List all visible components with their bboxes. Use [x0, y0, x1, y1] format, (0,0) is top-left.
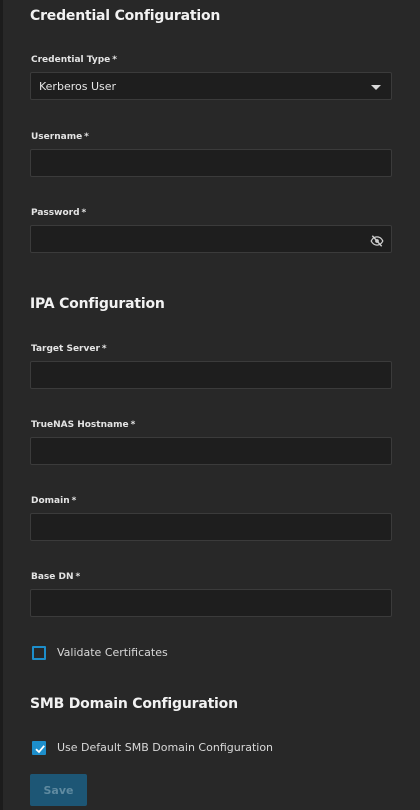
check-icon: [35, 745, 45, 754]
required-marker: *: [84, 132, 89, 142]
validate-certificates-label: Validate Certificates: [57, 646, 168, 659]
domain-label: Domain *: [31, 496, 76, 506]
required-marker: *: [112, 55, 117, 65]
save-button[interactable]: Save: [30, 774, 87, 806]
base-dn-label-text: Base DN: [31, 572, 74, 582]
required-marker: *: [101, 344, 107, 354]
truenas-hostname-label-text: TrueNAS Hostname: [31, 420, 129, 430]
domain-label-text: Domain: [31, 496, 70, 506]
password-label-text: Password: [31, 208, 80, 218]
required-marker: *: [130, 420, 136, 430]
password-label: Password *: [31, 208, 86, 218]
section-title-ipa: IPA Configuration: [30, 296, 165, 312]
use-default-smb-checkbox[interactable]: [32, 741, 46, 755]
target-server-label: Target Server *: [31, 344, 107, 354]
username-label-text: Username: [31, 132, 83, 142]
use-default-smb-label: Use Default SMB Domain Configuration: [57, 741, 274, 754]
eye-off-icon[interactable]: [370, 233, 384, 247]
truenas-hostname-field[interactable]: [30, 437, 392, 465]
required-marker: *: [71, 496, 77, 506]
credential-type-label-text: Credential Type: [31, 55, 111, 65]
password-field[interactable]: [30, 225, 392, 253]
section-title-smb: SMB Domain Configuration: [30, 696, 238, 712]
target-server-label-text: Target Server: [31, 344, 100, 354]
username-label: Username *: [31, 132, 89, 142]
credential-type-label: Credential Type *: [31, 55, 117, 65]
validate-certificates-checkbox[interactable]: [32, 646, 46, 660]
truenas-hostname-label: TrueNAS Hostname *: [31, 420, 135, 430]
base-dn-label: Base DN *: [31, 572, 80, 582]
credential-type-select[interactable]: Kerberos User: [30, 72, 392, 100]
target-server-field[interactable]: [30, 361, 392, 389]
left-edge-divider: [0, 0, 3, 810]
required-marker: *: [81, 208, 87, 218]
chevron-down-icon: [371, 85, 381, 90]
domain-field[interactable]: [30, 513, 392, 541]
username-field[interactable]: [30, 149, 392, 177]
credential-type-value: Kerberos User: [39, 80, 117, 93]
required-marker: *: [75, 572, 81, 582]
base-dn-field[interactable]: [30, 589, 392, 617]
section-title-credential: Credential Configuration: [30, 8, 221, 24]
